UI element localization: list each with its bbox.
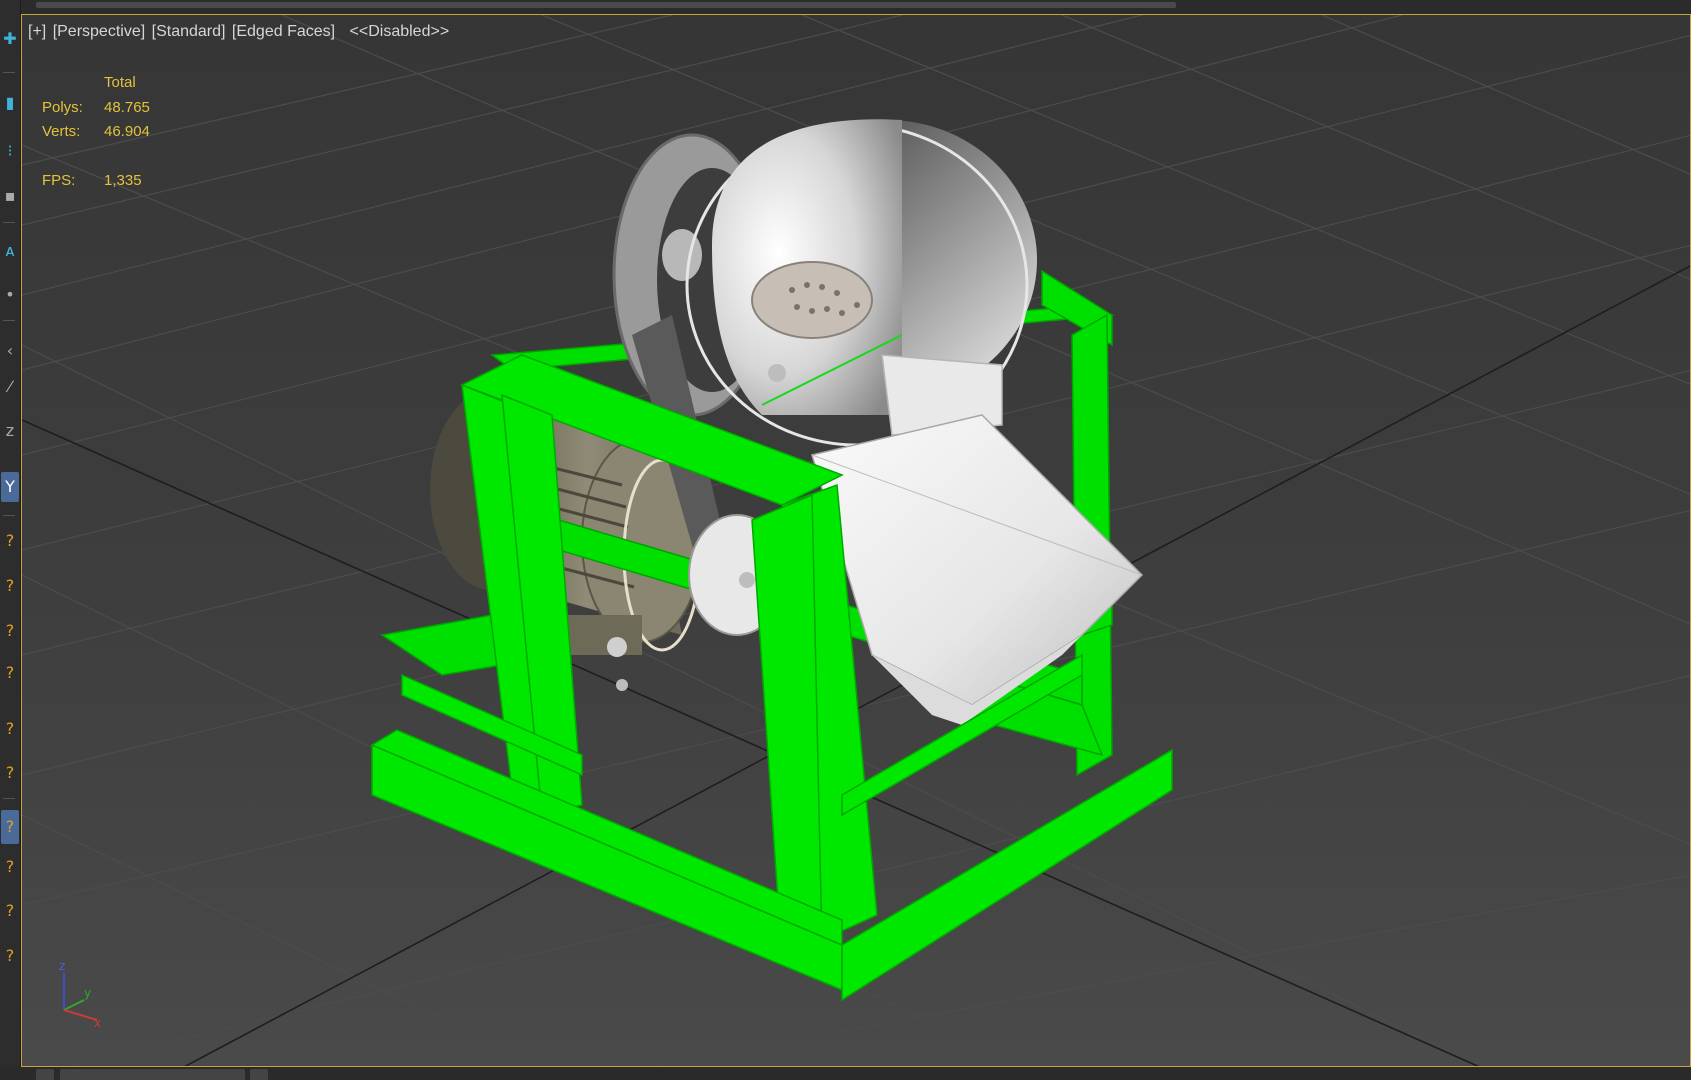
toolbar-separator (3, 222, 15, 223)
point-icon[interactable]: • (1, 284, 19, 306)
viewport-view-menu[interactable]: [Perspective] (53, 23, 145, 40)
fps-label: FPS: (42, 172, 76, 189)
help-icon[interactable]: ? (1, 900, 19, 922)
toolbar-separator (3, 320, 15, 321)
left-toolbar: ✚ ▮ ⁝ ▪ ᴀ • ‹ ⁄ z Y ? ? ? ? ? ? ? ? ? ? (0, 0, 21, 1080)
axis-z-icon[interactable]: z (1, 420, 19, 442)
polys-label: Polys: (42, 98, 83, 116)
toolbar-separator (3, 72, 15, 73)
timeline-slider[interactable] (60, 1069, 245, 1080)
viewport-edges-menu[interactable]: [Edged Faces] (232, 23, 335, 40)
viewport-label-menu[interactable]: [+] [Perspective] [Standard] [Edged Face… (28, 23, 451, 41)
help-icon[interactable]: ? (1, 575, 19, 597)
help-icon[interactable]: ? (1, 810, 19, 844)
top-scroll-thumb[interactable] (36, 2, 1176, 8)
viewport-plus-menu[interactable]: [+] (28, 23, 46, 40)
axis-z-label: z (59, 959, 65, 973)
toolbar-separator (3, 515, 15, 516)
help-icon[interactable]: ? (1, 718, 19, 740)
cursor-icon[interactable]: ‹ (1, 340, 19, 362)
help-icon[interactable]: ? (1, 945, 19, 967)
top-scrollbar[interactable] (0, 0, 1691, 14)
verts-label: Verts: (42, 123, 81, 140)
particle-icon[interactable]: ⁝ (1, 140, 19, 162)
stats-header: Total (104, 74, 136, 91)
fps-value: 1,335 (104, 172, 142, 189)
perspective-viewport[interactable]: z y x [+] [Perspective] [Standard] [Edge… (21, 14, 1691, 1067)
bottom-timeline-bar (0, 1067, 1691, 1080)
axis-y-label: y (84, 986, 91, 1000)
tape-icon[interactable]: ⁄ (1, 376, 19, 398)
axis-y-icon[interactable]: Y (1, 472, 19, 502)
help-icon[interactable]: ? (1, 662, 19, 684)
polys-value: 48.765 (104, 98, 150, 116)
toolbar-separator (3, 798, 15, 799)
text-icon[interactable]: ᴀ (1, 240, 19, 262)
timeline-tab[interactable] (36, 1069, 54, 1080)
help-icon[interactable]: ? (1, 762, 19, 784)
viewport-state-label: <<Disabled>> (349, 23, 450, 40)
helper-icon[interactable]: ▪ (1, 185, 19, 207)
viewport-shading-menu[interactable]: [Standard] (152, 23, 226, 40)
verts-value: 46.904 (104, 123, 150, 140)
help-icon[interactable]: ? (1, 856, 19, 878)
axis-x-label: x (94, 1016, 101, 1030)
help-icon[interactable]: ? (1, 620, 19, 642)
timeline-tab[interactable] (250, 1069, 268, 1080)
3d-scene[interactable]: z y x (22, 15, 1691, 1067)
create-icon[interactable]: ✚ (1, 28, 19, 50)
axis-gizmo (63, 973, 98, 1021)
light-icon[interactable]: ▮ (1, 92, 19, 114)
help-icon[interactable]: ? (1, 530, 19, 552)
